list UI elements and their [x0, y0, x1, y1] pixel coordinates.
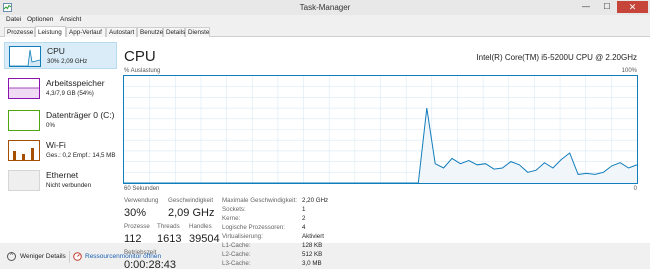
spec-value: 2 — [302, 215, 306, 222]
minimize-button[interactable]: — — [575, 1, 597, 13]
ethernet-thumbnail-graph — [8, 170, 40, 191]
close-button[interactable]: ✕ — [617, 1, 648, 13]
sidebar-item-label: Datenträger 0 (C:) — [46, 110, 115, 120]
cpu-usage-chart — [124, 76, 638, 184]
prozesse-label: Prozesse — [124, 223, 150, 230]
sidebar-item-label: CPU — [47, 46, 65, 56]
window-title: Task-Manager — [299, 3, 351, 12]
sidebar-item-arbeitsspeicher[interactable]: Arbeitsspeicher 4,3/7,9 GB (54%) — [4, 75, 117, 102]
utilization-axis-label: % Auslastung — [124, 68, 161, 74]
disk-thumbnail-graph — [8, 110, 40, 131]
wifi-thumbnail-graph — [8, 140, 40, 161]
sidebar-item-ethernet[interactable]: Ethernet Nicht verbunden — [4, 167, 117, 194]
sidebar-item-label: Wi-Fi — [46, 140, 66, 150]
tab-prozesse[interactable]: Prozesse — [4, 27, 35, 37]
sidebar-item-sub: 30% 2,09 GHz — [47, 58, 88, 65]
time-axis-min: 0 — [633, 186, 637, 192]
footer-separator — [69, 251, 70, 263]
geschwindigkeit-label: Geschwindigkeit — [168, 197, 214, 204]
sidebar-item-label: Arbeitsspeicher — [46, 78, 105, 88]
sidebar-item-sub: Ges.: 0,2 Empf.: 14,5 MB — [46, 152, 116, 159]
menu-datei[interactable]: Datei — [6, 16, 21, 23]
sidebar-item-datentraeger[interactable]: Datenträger 0 (C:) 0% — [4, 107, 117, 134]
spec-value: 4 — [302, 224, 306, 231]
time-axis-label: 60 Sekunden — [124, 186, 160, 192]
threads-label: Threads — [157, 223, 180, 230]
sidebar-item-wifi[interactable]: Wi-Fi Ges.: 0,2 Empf.: 14,5 MB — [4, 137, 117, 164]
menu-ansicht[interactable]: Ansicht — [60, 16, 81, 23]
spec-label: Kerne: — [222, 215, 241, 222]
sidebar-item-sub: Nicht verbunden — [46, 182, 92, 189]
spec-label: Virtualisierung: — [222, 233, 263, 240]
spec-value: 1 — [302, 206, 306, 213]
page-title: CPU — [124, 48, 156, 65]
utilization-max-label: 100% — [621, 68, 637, 74]
geschwindigkeit-value: 2,09 GHz — [168, 207, 215, 219]
tab-dienste[interactable]: Dienste — [185, 27, 210, 37]
cpu-thumbnail-graph — [9, 46, 41, 67]
performance-panel: CPU 30% 2,09 GHz Arbeitsspeicher 4,3/7,9… — [0, 37, 650, 269]
tab-details[interactable]: Details — [163, 27, 185, 37]
tab-benutzer[interactable]: Benutzer — [137, 27, 165, 37]
spec-label: Sockets: — [222, 206, 246, 213]
title-bar: Task-Manager — ☐ ✕ — [0, 0, 650, 15]
handles-label: Handles — [189, 223, 212, 230]
footer-bar: ^ Weniger Details Ressourcenmonitor öffn… — [0, 243, 650, 269]
menu-bar: Datei Optionen Ansicht — [0, 15, 650, 26]
spec-label: Maximale Geschwindigkeit: — [222, 197, 297, 204]
chevron-up-icon: ^ — [7, 252, 16, 261]
sidebar-item-sub: 0% — [46, 122, 55, 129]
spec-value: Aktiviert — [302, 233, 325, 240]
maximize-button[interactable]: ☐ — [597, 1, 617, 13]
fewer-details-label: Weniger Details — [20, 253, 66, 260]
sidebar-item-sub: 4,3/7,9 GB (54%) — [46, 90, 94, 97]
tab-autostart[interactable]: Autostart — [106, 27, 137, 37]
spec-value: 2,20 GHz — [302, 197, 329, 204]
verwendung-label: Verwendung — [124, 197, 159, 204]
tab-strip: Prozesse Leistung App-Verlauf Autostart … — [0, 26, 650, 38]
tab-app-verlauf[interactable]: App-Verlauf — [66, 27, 106, 37]
spec-label: Logische Prozessoren: — [222, 224, 285, 231]
sidebar-item-cpu[interactable]: CPU 30% 2,09 GHz — [4, 42, 117, 69]
verwendung-value: 30% — [124, 207, 147, 219]
resource-monitor-icon — [73, 252, 82, 261]
cpu-model-name: Intel(R) Core(TM) i5-5200U CPU @ 2.20GHz — [476, 53, 637, 62]
menu-optionen[interactable]: Optionen — [27, 16, 53, 23]
memory-thumbnail-graph — [8, 78, 40, 99]
resource-monitor-label: Ressourcenmonitor öffnen — [85, 253, 162, 260]
sidebar-item-label: Ethernet — [46, 170, 79, 180]
cpu-usage-graph — [123, 75, 638, 184]
